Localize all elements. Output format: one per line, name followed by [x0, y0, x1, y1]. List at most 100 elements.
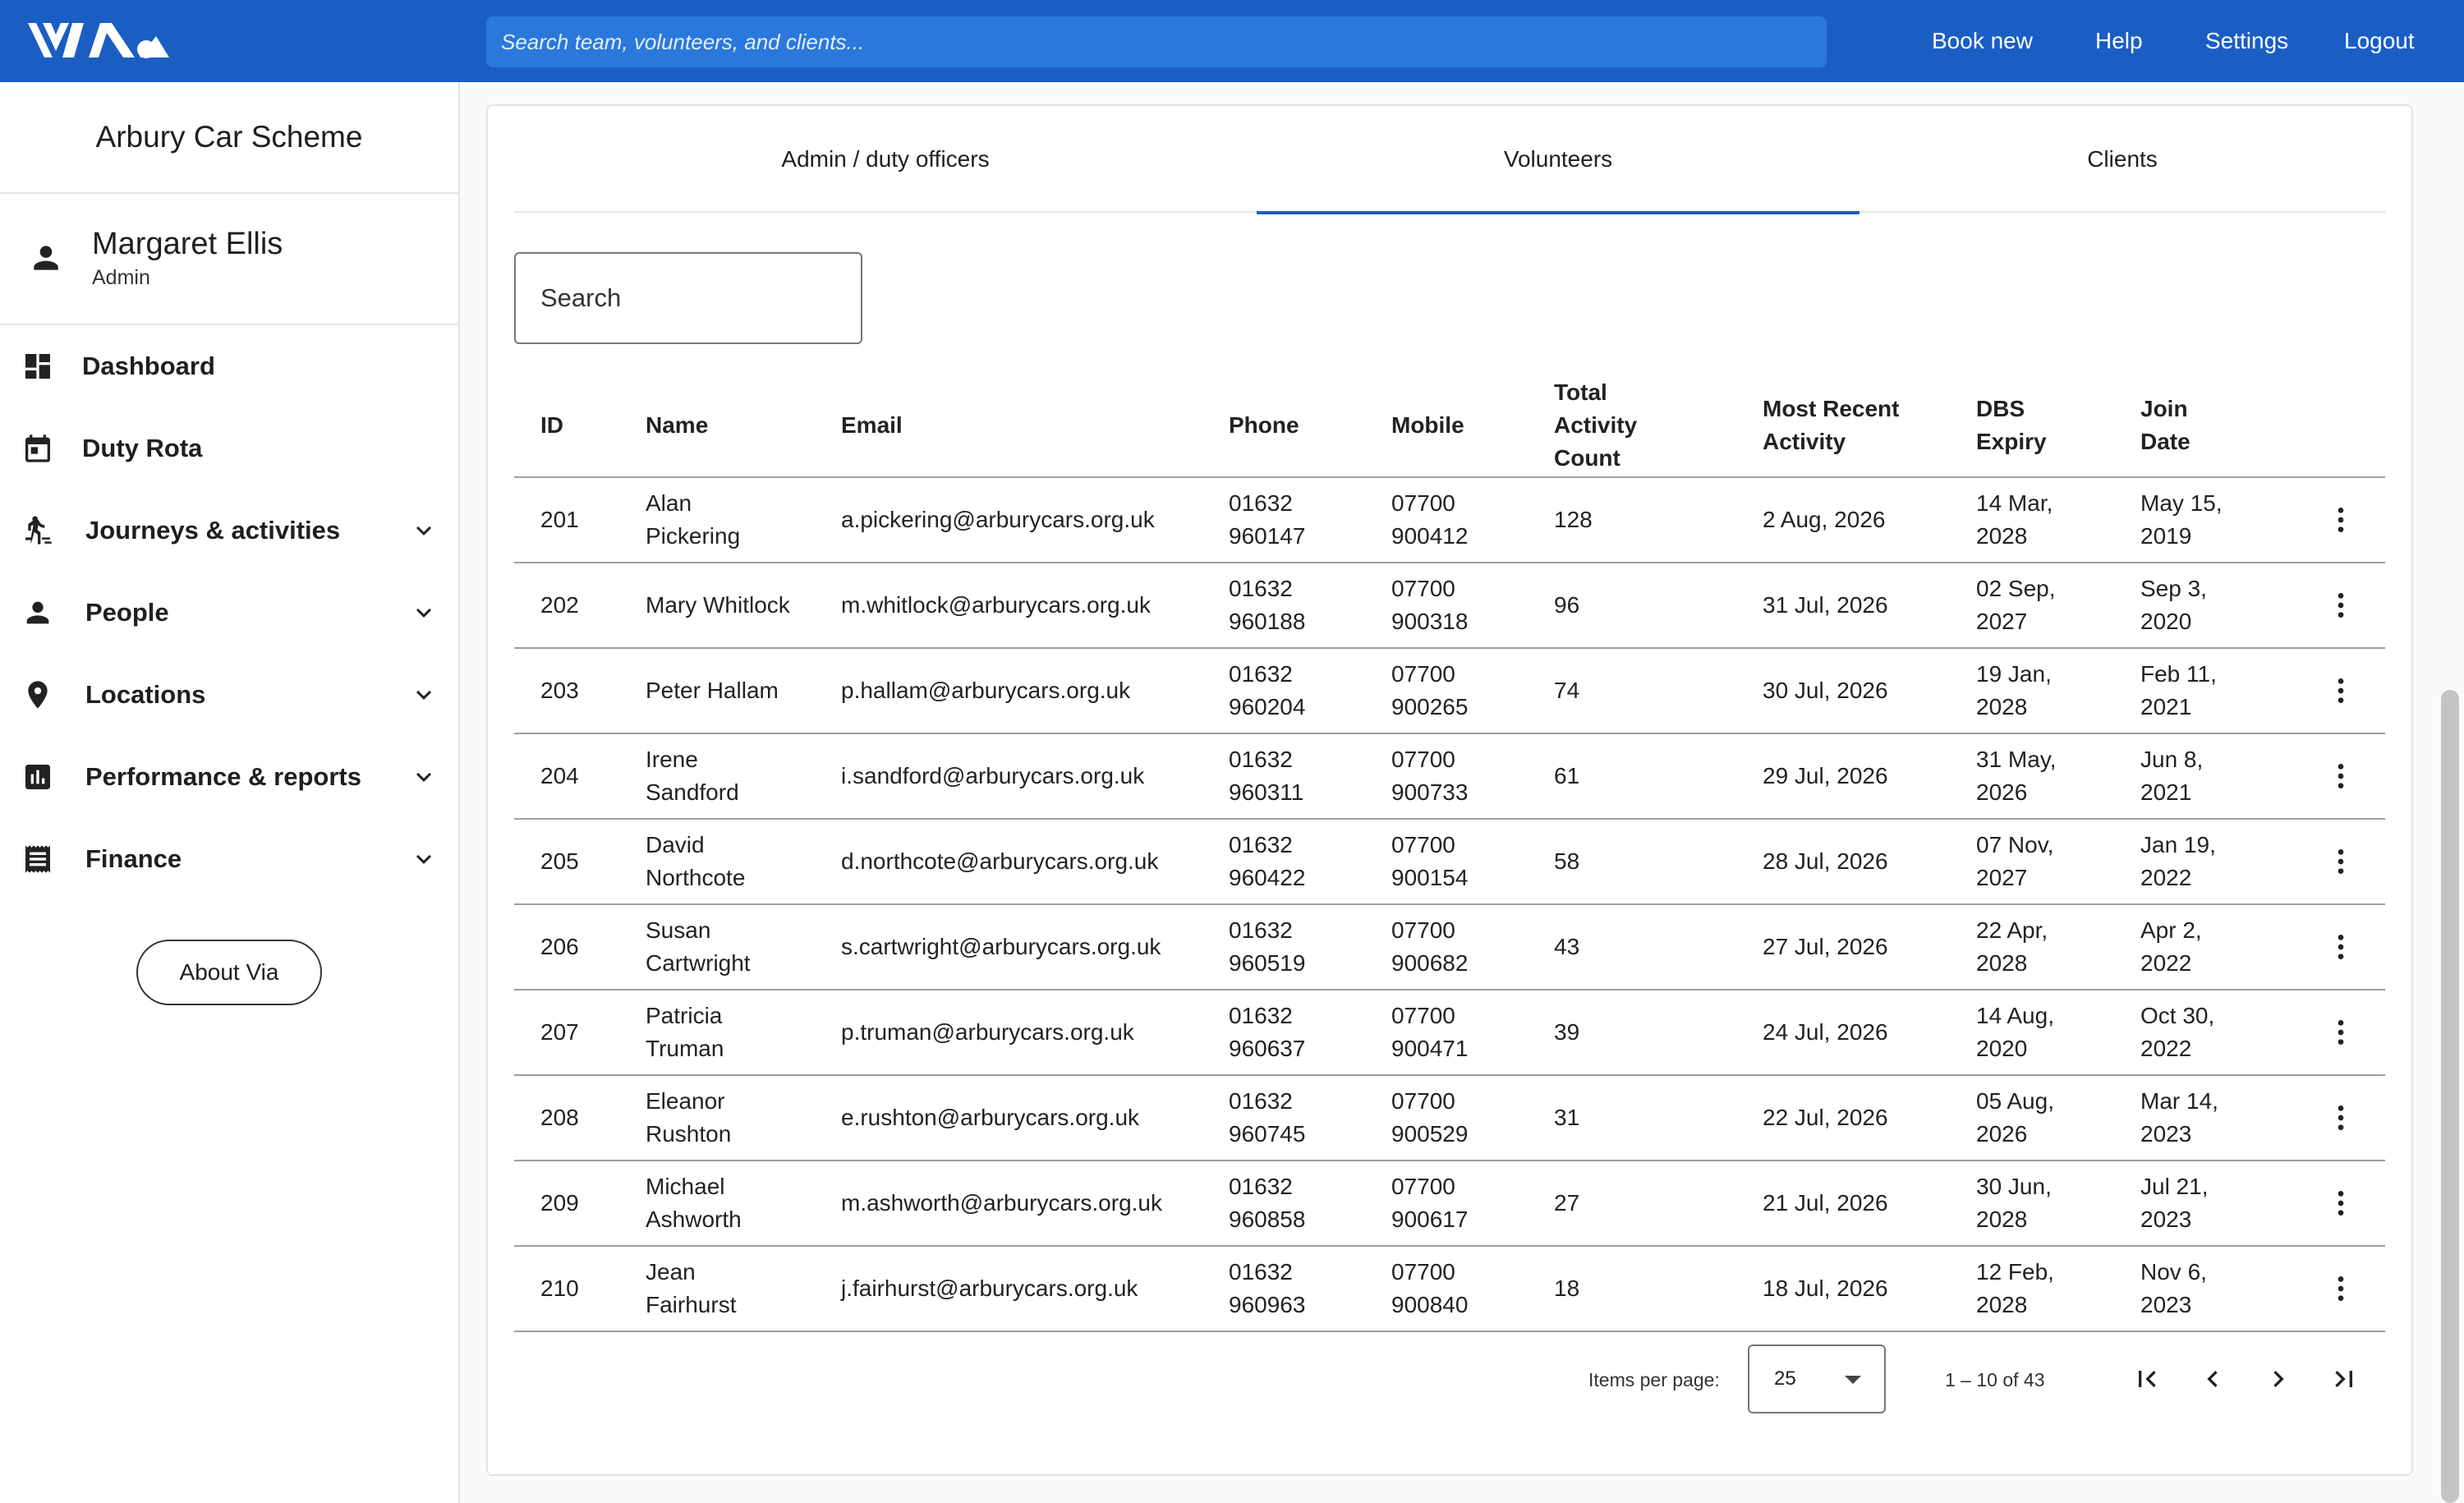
- book-new-link[interactable]: Book new: [1932, 28, 2033, 54]
- via-logo[interactable]: [25, 16, 172, 64]
- volunteers-card: Admin / duty officers Volunteers Clients…: [486, 104, 2413, 1476]
- previous-page-button[interactable]: [2193, 1359, 2232, 1399]
- chevron-down-icon[interactable]: [409, 516, 439, 545]
- recent-activity-cell: 21 Jul, 2026: [1763, 1161, 1976, 1247]
- sidebar-item-label: Locations: [85, 680, 206, 709]
- sidebar-item-people[interactable]: People: [0, 572, 458, 654]
- items-per-page-select[interactable]: 25: [1748, 1344, 1886, 1413]
- email-cell: j.fairhurst@arburycars.org.uk: [841, 1246, 1229, 1332]
- global-search-bar[interactable]: [486, 16, 1827, 67]
- table-row[interactable]: 206 Susan Cartwright s.cartwright@arburyca…: [514, 904, 2385, 991]
- next-page-button[interactable]: [2259, 1359, 2298, 1399]
- activity-count-cell: 128: [1554, 477, 1763, 563]
- sidebar-item-label: Dashboard: [82, 352, 215, 380]
- row-actions-cell: [2296, 1161, 2385, 1247]
- id-cell: 207: [514, 990, 646, 1076]
- sidebar-item-journeys-activities[interactable]: Journeys & activities: [0, 490, 458, 572]
- dbs-expiry-cell: 31 May, 2026: [1976, 733, 2140, 820]
- dbs-expiry-cell: 19 Jan, 2028: [1976, 648, 2140, 734]
- table-row[interactable]: 204 Irene Sandford i.sandford@arburycars.o…: [514, 733, 2385, 820]
- name-cell: Peter Hallam: [646, 648, 841, 734]
- user-profile[interactable]: Margaret Ellis Admin: [0, 194, 458, 325]
- column-header-total-activity-count[interactable]: Total Activity Count: [1554, 374, 1763, 478]
- organisation-name: Arbury Car Scheme: [0, 82, 458, 194]
- more-vert-icon[interactable]: [2324, 589, 2357, 622]
- table-header-row: ID Name Email Phone Mobile Total Activit…: [514, 374, 2385, 478]
- more-vert-icon[interactable]: [2324, 931, 2357, 963]
- mobile-cell: 07700 900682: [1391, 904, 1554, 991]
- table-row[interactable]: 207 Patricia Truman p.truman@arburycars.or…: [514, 990, 2385, 1076]
- more-vert-icon[interactable]: [2324, 674, 2357, 707]
- more-vert-icon[interactable]: [2324, 1187, 2357, 1220]
- table-row[interactable]: 202 Mary Whitlock m.whitlock@arburycars.or…: [514, 563, 2385, 649]
- dbs-expiry-cell: 07 Nov, 2027: [1976, 819, 2140, 905]
- volunteer-search-field[interactable]: [514, 252, 862, 344]
- items-per-page-value: 25: [1774, 1367, 1796, 1390]
- logout-link[interactable]: Logout: [2344, 28, 2415, 54]
- items-per-page-label: Items per page:: [1588, 1369, 1720, 1390]
- join-date-cell: May 15, 2019: [2140, 477, 2296, 563]
- activity-count-cell: 61: [1554, 733, 1763, 820]
- phone-cell: 01632 960311: [1229, 733, 1391, 820]
- more-vert-icon[interactable]: [2324, 1101, 2357, 1134]
- chevron-down-icon[interactable]: [409, 762, 439, 792]
- tab-admin-duty-officers[interactable]: Admin / duty officers: [514, 106, 1257, 213]
- recent-activity-cell: 29 Jul, 2026: [1763, 733, 1976, 820]
- column-header-phone[interactable]: Phone: [1229, 374, 1391, 478]
- table-row[interactable]: 201 Alan Pickering a.pickering@arburycars.…: [514, 477, 2385, 563]
- more-vert-icon[interactable]: [2324, 1016, 2357, 1049]
- volunteers-table: ID Name Email Phone Mobile Total Activit…: [514, 374, 2385, 1332]
- column-header-mobile[interactable]: Mobile: [1391, 374, 1554, 478]
- join-date-cell: Mar 14, 2023: [2140, 1075, 2296, 1161]
- table-row[interactable]: 203 Peter Hallam p.hallam@arburycars.org.u…: [514, 648, 2385, 734]
- sidebar-item-performance-reports[interactable]: Performance & reports: [0, 736, 458, 818]
- sidebar-item-dashboard[interactable]: Dashboard: [0, 325, 458, 407]
- sidebar-item-duty-rota[interactable]: Duty Rota: [0, 407, 458, 490]
- more-vert-icon[interactable]: [2324, 1272, 2357, 1305]
- person-icon: [26, 601, 49, 624]
- about-via-button[interactable]: About Via: [136, 940, 322, 1005]
- activity-count-cell: 43: [1554, 904, 1763, 991]
- column-header-join-date[interactable]: Join Date: [2140, 374, 2296, 478]
- column-header-id[interactable]: ID: [514, 374, 646, 478]
- volunteer-search-input[interactable]: [540, 283, 861, 313]
- name-cell: Irene Sandford: [646, 733, 841, 820]
- chevron-down-icon[interactable]: [409, 844, 439, 874]
- column-header-email[interactable]: Email: [841, 374, 1229, 478]
- bar-chart-icon: [25, 765, 50, 789]
- chevron-left-icon: [2207, 1371, 2218, 1387]
- column-header-dbs-expiry[interactable]: DBS Expiry: [1976, 374, 2140, 478]
- dbs-expiry-cell: 22 Apr, 2028: [1976, 904, 2140, 991]
- chevron-down-icon[interactable]: [409, 598, 439, 627]
- join-date-cell: Nov 6, 2023: [2140, 1246, 2296, 1332]
- table-row[interactable]: 210 Jean Fairhurst j.fairhurst@arburycars.…: [514, 1246, 2385, 1332]
- more-vert-icon[interactable]: [2324, 845, 2357, 878]
- more-vert-icon[interactable]: [2324, 503, 2357, 536]
- sidebar-item-locations[interactable]: Locations: [0, 654, 458, 736]
- tab-volunteers[interactable]: Volunteers: [1257, 106, 1859, 214]
- name-cell: David Northcote: [646, 819, 841, 905]
- join-date-cell: Jul 21, 2023: [2140, 1161, 2296, 1247]
- id-cell: 205: [514, 819, 646, 905]
- recent-activity-cell: 2 Aug, 2026: [1763, 477, 1976, 563]
- table-row[interactable]: 208 Eleanor Rushton e.rushton@arburycars.o…: [514, 1075, 2385, 1161]
- help-link[interactable]: Help: [2095, 28, 2143, 54]
- more-vert-icon[interactable]: [2324, 760, 2357, 793]
- global-search-input[interactable]: [501, 29, 1827, 55]
- page-scrollbar[interactable]: [2441, 690, 2459, 1503]
- column-header-name[interactable]: Name: [646, 374, 841, 478]
- last-page-button[interactable]: [2324, 1359, 2364, 1399]
- name-cell: Alan Pickering: [646, 477, 841, 563]
- location-pin-icon: [28, 681, 48, 709]
- column-header-most-recent-activity[interactable]: Most Recent Activity: [1763, 374, 1976, 478]
- chevron-down-icon[interactable]: [409, 680, 439, 710]
- settings-link[interactable]: Settings: [2205, 28, 2288, 54]
- tab-clients[interactable]: Clients: [1859, 106, 2385, 213]
- table-row[interactable]: 205 David Northcote d.northcote@arburycars…: [514, 819, 2385, 905]
- activity-count-cell: 96: [1554, 563, 1763, 649]
- table-row[interactable]: 209 Michael Ashworth m.ashworth@arburycars…: [514, 1161, 2385, 1247]
- sidebar-item-finance[interactable]: Finance: [0, 818, 458, 900]
- first-page-button[interactable]: [2127, 1359, 2167, 1399]
- join-date-cell: Jun 8, 2021: [2140, 733, 2296, 820]
- name-cell: Patricia Truman: [646, 990, 841, 1076]
